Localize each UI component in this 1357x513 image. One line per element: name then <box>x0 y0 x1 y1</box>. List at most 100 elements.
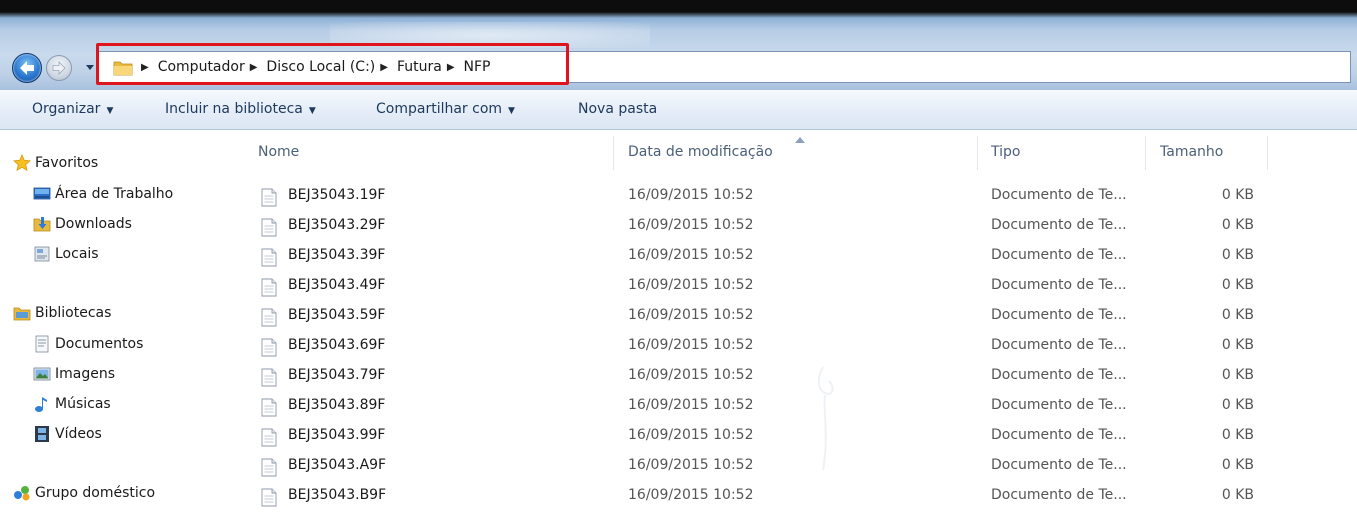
back-arrow-icon <box>20 61 34 75</box>
file-modified: 16/09/2015 10:52 <box>628 457 754 473</box>
file-name: BEJ35043.B9F <box>288 487 387 503</box>
file-type: Documento de Te... <box>991 457 1127 473</box>
file-row[interactable]: BEJ35043.49F 16/09/2015 10:52 Documento … <box>232 271 1357 301</box>
star-icon <box>13 154 31 172</box>
mouse-cursor-trail <box>817 366 834 471</box>
file-type: Documento de Te... <box>991 367 1127 383</box>
text-document-icon <box>261 308 277 327</box>
file-row[interactable]: BEJ35043.19F 16/09/2015 10:52 Documento … <box>232 181 1357 211</box>
file-size: 0 KB <box>1221 277 1254 293</box>
file-type: Documento de Te... <box>991 247 1127 263</box>
column-divider[interactable] <box>613 136 614 170</box>
file-type: Documento de Te... <box>991 427 1127 443</box>
new-folder-label: Nova pasta <box>578 101 658 117</box>
file-row[interactable]: BEJ35043.A9F 16/09/2015 10:52 Documento … <box>232 451 1357 481</box>
file-size: 0 KB <box>1221 427 1254 443</box>
organize-label: Organizar <box>32 101 101 117</box>
file-size: 0 KB <box>1221 337 1254 353</box>
file-modified: 16/09/2015 10:52 <box>628 397 754 413</box>
text-document-icon <box>261 338 277 357</box>
column-header-modified[interactable]: Data de modificação <box>628 144 773 160</box>
file-size: 0 KB <box>1221 367 1254 383</box>
nav-documents-label: Documentos <box>55 336 144 352</box>
include-library-menu-button[interactable]: Incluir na biblioteca ▼ <box>165 90 316 129</box>
file-type: Documento de Te... <box>991 277 1127 293</box>
recent-pages-dropdown-icon[interactable] <box>86 63 94 71</box>
file-size: 0 KB <box>1221 187 1254 203</box>
file-modified: 16/09/2015 10:52 <box>628 187 754 203</box>
share-with-menu-button[interactable]: Compartilhar com ▼ <box>376 90 515 129</box>
nav-music-label: Músicas <box>55 396 111 412</box>
nav-homegroup-label: Grupo doméstico <box>35 485 156 501</box>
file-type: Documento de Te... <box>991 217 1127 233</box>
file-modified: 16/09/2015 10:52 <box>628 337 754 353</box>
file-modified: 16/09/2015 10:52 <box>628 307 754 323</box>
file-name: BEJ35043.59F <box>288 307 386 323</box>
highlight-annotation-box <box>96 43 569 85</box>
column-divider[interactable] <box>977 136 978 170</box>
nav-images-label: Imagens <box>55 366 116 382</box>
text-document-icon <box>261 218 277 237</box>
documents-icon <box>35 335 49 353</box>
file-name: BEJ35043.19F <box>288 187 386 203</box>
column-header-name[interactable]: Nome <box>258 144 299 160</box>
sort-ascending-icon <box>795 137 805 143</box>
forward-button[interactable] <box>46 55 72 81</box>
file-size: 0 KB <box>1221 397 1254 413</box>
file-modified: 16/09/2015 10:52 <box>628 427 754 443</box>
file-size: 0 KB <box>1221 457 1254 473</box>
file-name: BEJ35043.79F <box>288 367 386 383</box>
organize-menu-button[interactable]: Organizar ▼ <box>32 90 113 129</box>
text-document-icon <box>261 458 277 477</box>
file-row[interactable]: BEJ35043.59F 16/09/2015 10:52 Documento … <box>232 301 1357 331</box>
libraries-icon <box>13 307 31 321</box>
dropdown-caret-icon: ▼ <box>508 106 515 116</box>
column-divider[interactable] <box>1267 136 1268 170</box>
nav-videos-label: Vídeos <box>55 426 102 442</box>
file-name: BEJ35043.39F <box>288 247 386 263</box>
file-row[interactable]: BEJ35043.29F 16/09/2015 10:52 Documento … <box>232 211 1357 241</box>
column-header-type[interactable]: Tipo <box>991 144 1020 160</box>
file-row[interactable]: BEJ35043.89F 16/09/2015 10:52 Documento … <box>232 391 1357 421</box>
file-row[interactable]: BEJ35043.99F 16/09/2015 10:52 Documento … <box>232 421 1357 451</box>
text-document-icon <box>261 368 277 387</box>
file-type: Documento de Te... <box>991 397 1127 413</box>
nav-favorites-label: Favoritos <box>35 155 99 171</box>
forward-arrow-icon <box>52 61 66 75</box>
back-button[interactable] <box>12 53 42 83</box>
file-type: Documento de Te... <box>991 307 1127 323</box>
file-modified: 16/09/2015 10:52 <box>628 367 754 383</box>
file-size: 0 KB <box>1221 487 1254 503</box>
text-document-icon <box>261 398 277 417</box>
file-name: BEJ35043.29F <box>288 217 386 233</box>
navigation-pane: Favoritos Área de Trabalho Downloads Loc… <box>0 130 232 513</box>
dropdown-caret-icon: ▼ <box>308 106 316 116</box>
new-folder-button[interactable]: Nova pasta <box>578 90 657 129</box>
desktop-icon <box>33 187 51 200</box>
nav-libraries-label: Bibliotecas <box>35 305 112 321</box>
nav-desktop-label: Área de Trabalho <box>55 186 174 202</box>
downloads-folder-icon <box>33 217 51 232</box>
column-header-size[interactable]: Tamanho <box>1160 144 1223 160</box>
file-row[interactable]: BEJ35043.39F 16/09/2015 10:52 Documento … <box>232 241 1357 271</box>
homegroup-icon <box>14 486 30 501</box>
file-name: BEJ35043.99F <box>288 427 386 443</box>
file-size: 0 KB <box>1221 307 1254 323</box>
file-name: BEJ35043.69F <box>288 337 386 353</box>
file-row[interactable]: BEJ35043.69F 16/09/2015 10:52 Documento … <box>232 331 1357 361</box>
video-film-icon <box>35 426 49 442</box>
file-size: 0 KB <box>1221 217 1254 233</box>
file-type: Documento de Te... <box>991 187 1127 203</box>
places-icon <box>34 246 50 262</box>
file-row[interactable]: BEJ35043.79F 16/09/2015 10:52 Documento … <box>232 361 1357 391</box>
text-document-icon <box>261 278 277 297</box>
file-modified: 16/09/2015 10:52 <box>628 487 754 503</box>
file-name: BEJ35043.A9F <box>288 457 387 473</box>
file-size: 0 KB <box>1221 247 1254 263</box>
column-divider[interactable] <box>1145 136 1146 170</box>
file-row[interactable]: BEJ35043.B9F 16/09/2015 10:52 Documento … <box>232 481 1357 511</box>
text-document-icon <box>261 188 277 207</box>
nav-places-label: Locais <box>55 246 99 262</box>
file-modified: 16/09/2015 10:52 <box>628 277 754 293</box>
text-document-icon <box>261 248 277 267</box>
